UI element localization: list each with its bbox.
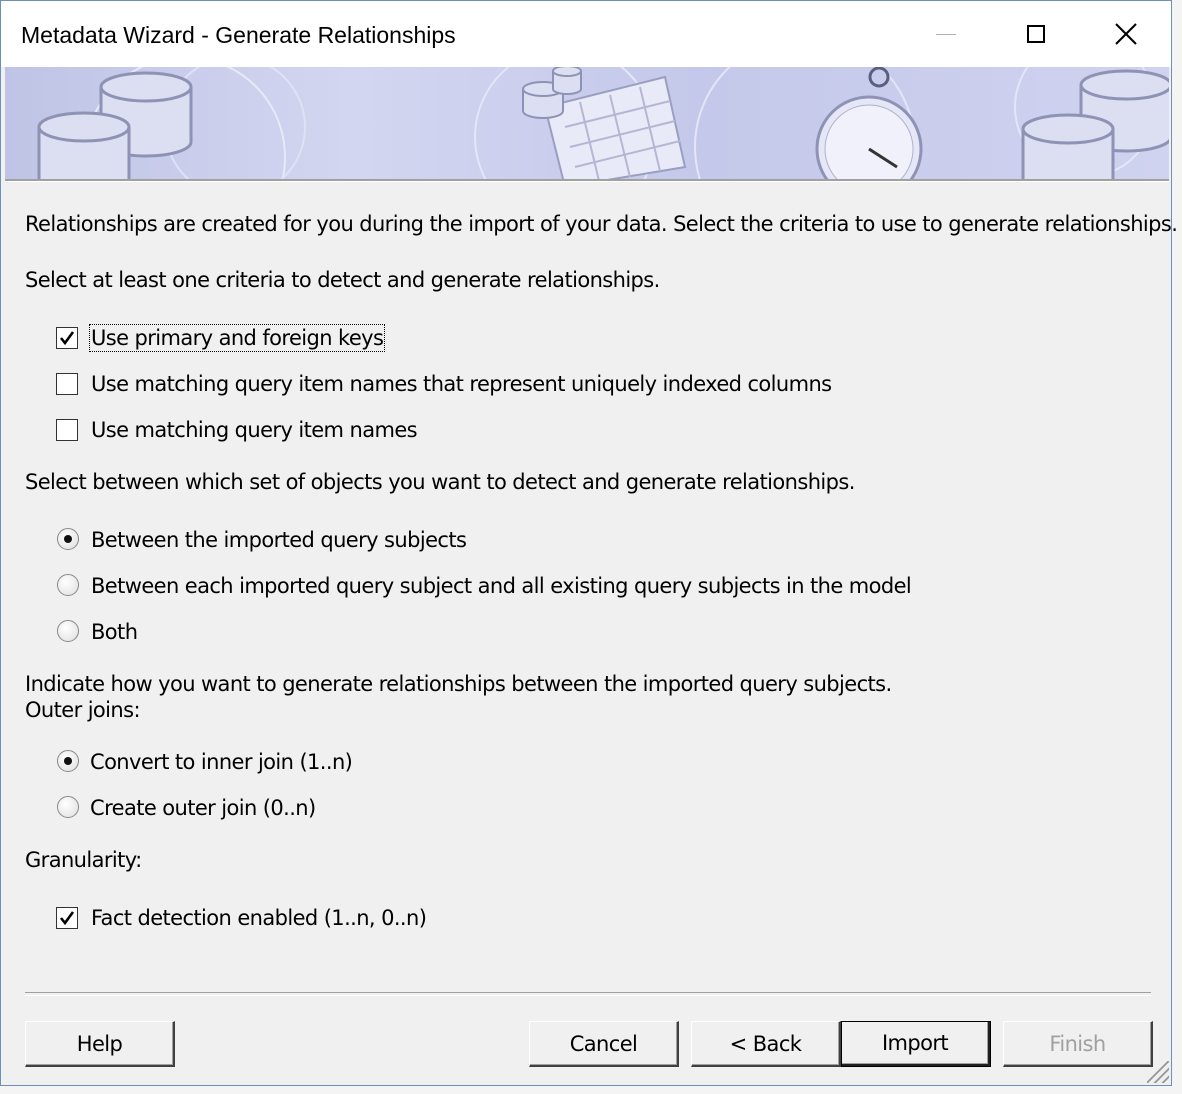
import-button[interactable]: Import — [841, 1021, 991, 1067]
objects-radio-imported-and-existing[interactable] — [57, 574, 79, 596]
join-radio-convert-inner[interactable] — [57, 750, 79, 772]
join-label-convert-inner[interactable]: Convert to inner join (1..n) — [90, 750, 353, 774]
wizard-dialog: Metadata Wizard - Generate Relationships — [0, 0, 1178, 1086]
radio-selected-dot — [64, 535, 72, 543]
finish-button: Finish — [1003, 1021, 1153, 1067]
objects-label-imported[interactable]: Between the imported query subjects — [91, 528, 467, 552]
criteria-checkbox-uniquely-indexed[interactable] — [56, 373, 78, 395]
outer-joins-label: Outer joins: — [25, 698, 141, 722]
join-label-create-outer[interactable]: Create outer join (0..n) — [90, 796, 316, 820]
objects-heading: Select between which set of objects you … — [25, 470, 855, 494]
criteria-label-primary-foreign-keys[interactable]: Use primary and foreign keys — [88, 324, 386, 352]
criteria-checkbox-primary-foreign-keys[interactable] — [56, 327, 78, 349]
radio-selected-dot — [64, 757, 72, 765]
fact-detection-label[interactable]: Fact detection enabled (1..n, 0..n) — [91, 906, 427, 930]
checkmark-icon — [59, 331, 75, 346]
cancel-button[interactable]: Cancel — [529, 1021, 679, 1067]
objects-label-both[interactable]: Both — [91, 620, 138, 644]
help-button[interactable]: Help — [25, 1021, 175, 1067]
fact-detection-checkbox[interactable] — [56, 907, 78, 929]
objects-radio-both[interactable] — [57, 620, 79, 642]
intro-text: Relationships are created for you during… — [25, 212, 1178, 236]
button-divider — [25, 992, 1151, 996]
criteria-checkbox-matching-names[interactable] — [56, 419, 78, 441]
objects-label-imported-and-existing[interactable]: Between each imported query subject and … — [91, 574, 912, 598]
joins-heading: Indicate how you want to generate relati… — [25, 672, 892, 696]
back-button[interactable]: < Back — [691, 1021, 841, 1067]
objects-radio-imported[interactable] — [57, 528, 79, 550]
checkmark-icon — [59, 911, 75, 926]
granularity-label: Granularity: — [25, 848, 142, 872]
wizard-content: Relationships are created for you during… — [1, 1, 1178, 1085]
criteria-label-matching-names[interactable]: Use matching query item names — [91, 418, 418, 442]
join-radio-create-outer[interactable] — [57, 796, 79, 818]
resize-grip-icon[interactable] — [1147, 1061, 1169, 1083]
criteria-label-uniquely-indexed[interactable]: Use matching query item names that repre… — [91, 372, 832, 396]
background-app-strip — [1172, 0, 1182, 1094]
criteria-heading: Select at least one criteria to detect a… — [25, 268, 660, 292]
